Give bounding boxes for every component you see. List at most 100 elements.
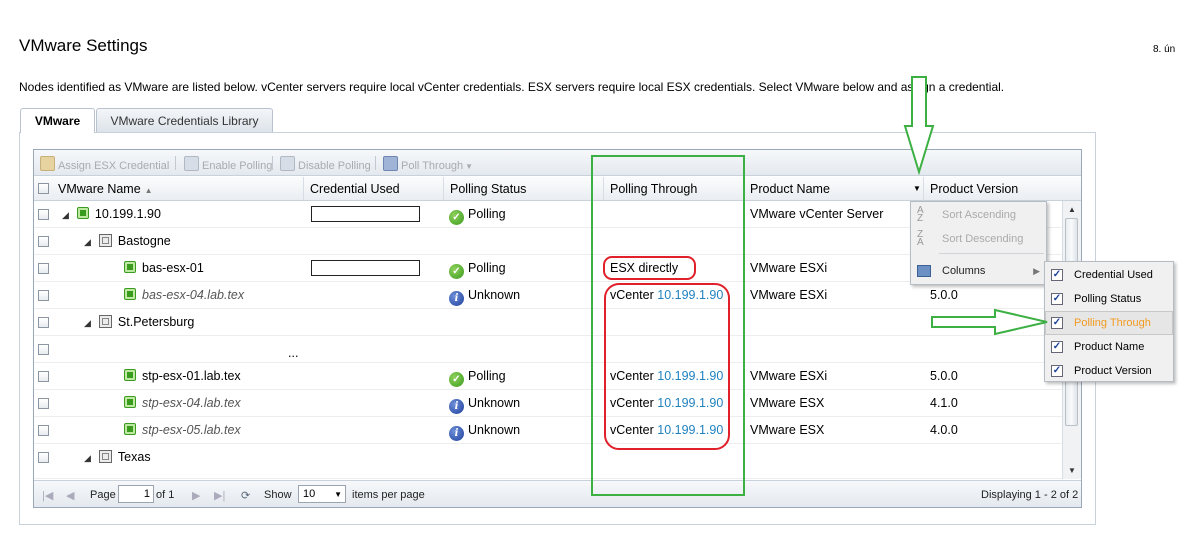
page-count: of 1 [156,489,175,501]
product-name: VMware ESXi [750,261,828,275]
table-row[interactable]: stp-esx-01.lab.tex ✓ Polling vCenter 10.1… [34,363,1062,390]
grid-header: VMware Name ▲ Credential Used Polling Sta… [34,177,1081,201]
vcenter-link[interactable]: 10.199.1.90 [657,396,723,410]
menu-divider [939,253,1044,254]
expand-collapse-icon[interactable]: ◢ [84,310,91,337]
vmware-name-cell: stp-esx-01.lab.tex [124,363,241,390]
table-row[interactable]: bas-esx-04.lab.tex i Unknown vCenter 10.1… [34,282,1062,309]
page-input[interactable]: 1 [118,485,154,503]
row-checkbox[interactable] [38,452,49,463]
vmware-name: 10.199.1.90 [94,207,161,221]
page-description: Nodes identified as VMware are listed be… [19,80,1005,94]
column-toggle-label: Product Name [1074,341,1145,353]
product-name: VMware ESX [750,396,825,410]
displaying-count: Displaying 1 - 2 of 2 [981,489,1079,501]
table-row[interactable]: ◢ St.Petersburg [34,309,1062,336]
row-checkbox[interactable] [38,290,49,301]
table-row[interactable]: bas-esx-01 ✓ Polling ESX directly VMware … [34,255,1062,282]
group-name: Bastogne [117,234,171,248]
column-header-polling-status[interactable]: Polling Status [444,177,604,200]
refresh-icon[interactable]: ⟳ [241,489,250,502]
expand-collapse-icon[interactable]: ◢ [84,229,91,256]
polling-through-cell: vCenter 10.199.1.90 [610,282,723,309]
select-all-checkbox[interactable] [38,183,49,194]
grid-toolbar: Assign ESX Credential Enable Polling Dis… [34,150,1081,176]
expand-collapse-icon[interactable]: ◢ [84,445,91,472]
assign-esx-credential-button[interactable]: Assign ESX Credential [40,156,169,172]
columns-icon [917,265,931,277]
scroll-down-icon[interactable]: ▼ [1068,466,1076,475]
column-header-vmware-name[interactable]: VMware Name ▲ [52,177,304,200]
table-row[interactable]: ◢ 10.199.1.90 ✓ Polling VMware vCenter Ser… [34,201,1062,228]
column-toggle-credential-used[interactable]: ✓ Credential Used [1045,263,1173,287]
poll-through-icon [383,156,398,171]
vcenter-link[interactable]: 10.199.1.90 [657,423,723,437]
column-cred-label: Credential Used [310,182,400,196]
first-page-icon[interactable]: |◀ [42,489,53,502]
polling-through-prefix: vCenter [610,396,658,410]
table-row[interactable]: stp-esx-04.lab.tex i Unknown vCenter 10.1… [34,390,1062,417]
sort-descending-item[interactable]: Z A Sort Descending [911,227,1046,251]
column-menu-trigger[interactable]: ▼ [910,177,924,200]
column-toggle-polling-status[interactable]: ✓ Polling Status [1045,287,1173,311]
table-row[interactable]: ... [34,336,1062,363]
polling-status-cell: ✓ Polling [449,201,506,228]
scroll-up-icon[interactable]: ▲ [1068,205,1076,214]
credential-cell [311,206,420,222]
column-header-product-name[interactable]: Product Name [744,177,924,200]
polling-status: Polling [468,369,506,383]
checkbox-checked-icon: ✓ [1051,317,1063,329]
next-page-icon[interactable]: ▶ [192,489,200,502]
sort-ascending-item[interactable]: A Z Sort Ascending [911,203,1046,227]
row-checkbox[interactable] [38,425,49,436]
polling-status: Unknown [468,423,521,437]
esx-node-icon [124,396,136,408]
prev-page-icon[interactable]: ◀ [66,489,74,502]
columns-item[interactable]: Columns ▶ [911,259,1046,283]
poll-through-button[interactable]: Poll Through ▼ [383,156,473,172]
column-through-label: Polling Through [610,182,698,196]
polling-status: Unknown [468,288,521,302]
disable-polling-button[interactable]: Disable Polling [280,156,371,172]
table-row[interactable]: ◢ Bastogne [34,228,1062,255]
page-size-select[interactable]: 10 ▼ [298,485,346,503]
esx-node-icon [124,288,136,300]
row-checkbox[interactable] [38,317,49,328]
tab-vmware[interactable]: VMware [20,108,95,133]
row-checkbox[interactable] [38,209,49,220]
table-row[interactable]: ◢ Texas [34,444,1062,479]
tab-credentials-library[interactable]: VMware Credentials Library [96,108,273,132]
row-checkbox[interactable] [38,398,49,409]
group-icon [98,315,112,328]
vmware-name: bas-esx-04.lab.tex [142,288,245,302]
column-toggle-polling-through[interactable]: ✓ Polling Through [1045,311,1173,335]
checkmark-icon: ✓ [449,264,464,279]
page-label: Page [90,489,116,501]
checkbox-checked-icon: ✓ [1051,293,1063,305]
table-row[interactable]: stp-esx-05.lab.tex i Unknown vCenter 10.1… [34,417,1062,444]
last-page-icon[interactable]: ▶| [214,489,225,502]
column-toggle-product-name[interactable]: ✓ Product Name [1045,335,1173,359]
expand-collapse-icon[interactable]: ◢ [62,202,69,229]
vcenter-link[interactable]: 10.199.1.90 [657,369,723,383]
key-icon [40,156,55,171]
info-icon: i [449,399,464,414]
polling-through-cell: vCenter 10.199.1.90 [610,417,723,444]
column-menu: A Z Sort Ascending Z A Sort Descending Colum… [910,201,1047,285]
row-checkbox[interactable] [38,344,49,355]
group-icon [98,234,112,247]
assign-esx-credential-label: Assign ESX Credential [58,160,170,172]
column-header-product-version[interactable]: Product Version [924,177,1081,200]
enable-polling-button[interactable]: Enable Polling [184,156,272,172]
column-toggle-product-version[interactable]: ✓ Product Version [1045,359,1173,383]
row-checkbox[interactable] [38,236,49,247]
esx-node-icon [124,369,136,381]
row-checkbox[interactable] [38,371,49,382]
row-checkbox[interactable] [38,263,49,274]
vcenter-link[interactable]: 10.199.1.90 [657,288,723,302]
items-per-page-label: items per page [352,489,425,501]
column-header-credential-used[interactable]: Credential Used [304,177,444,200]
checkmark-icon: ✓ [449,210,464,225]
esx-node-icon [124,423,136,435]
column-header-polling-through[interactable]: Polling Through [604,177,744,200]
